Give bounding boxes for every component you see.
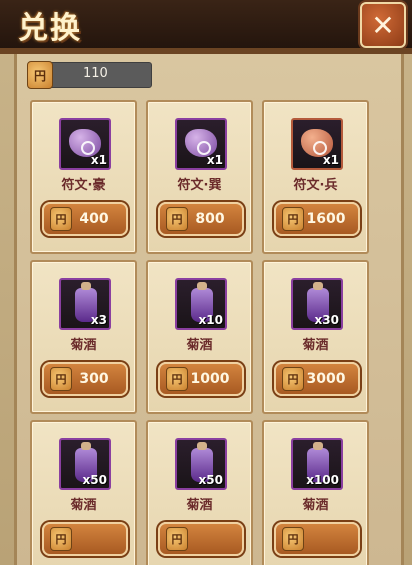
item-name: 符文·兵 (293, 178, 338, 193)
item-quantity: x50 (198, 473, 223, 487)
coin-icon: 円 (27, 61, 53, 89)
coin-icon: 円 (166, 207, 188, 231)
coin-icon: 円 (282, 527, 304, 551)
buy-button[interactable]: 円 1000 (158, 362, 244, 396)
item-name: 菊酒 (186, 498, 213, 513)
exchange-window: 兑换 ✕ 円 110 x1 符文·豪円 400 x1 符文·巽円 800 x1 符文·兵円 16… (0, 0, 412, 565)
item-name: 符文·巽 (177, 178, 222, 193)
price-value: 1600 (306, 211, 346, 227)
buy-button[interactable]: 円 400 (42, 202, 128, 236)
item-name: 菊酒 (186, 338, 213, 353)
buy-button[interactable]: 円 (274, 522, 360, 556)
shop-item-card[interactable]: x3 菊酒円 300 (30, 260, 137, 414)
close-button[interactable]: ✕ (360, 2, 406, 48)
coin-icon: 円 (50, 527, 72, 551)
shop-item-card[interactable]: x100 菊酒円 (262, 420, 369, 565)
coin-icon: 円 (166, 367, 188, 391)
shop-item-card[interactable]: x1 符文·巽円 800 (146, 100, 253, 254)
currency-display: 円 110 (27, 61, 152, 89)
coin-icon: 円 (166, 527, 188, 551)
shop-item-card[interactable]: x1 符文·兵円 1600 (262, 100, 369, 254)
wine-bottle-icon: x30 (291, 278, 343, 330)
window-title: 兑换 (18, 11, 82, 46)
coin-icon: 円 (282, 207, 304, 231)
shop-item-card[interactable]: x1 符文·豪円 400 (30, 100, 137, 254)
shop-item-card[interactable]: x30 菊酒円 3000 (262, 260, 369, 414)
shop-item-card[interactable]: x50 菊酒円 (30, 420, 137, 565)
item-quantity: x100 (306, 473, 339, 487)
price-value: 400 (79, 211, 109, 227)
item-name: 菊酒 (302, 498, 329, 513)
item-quantity: x10 (198, 313, 223, 327)
wine-bottle-icon: x3 (59, 278, 111, 330)
price-value: 1000 (190, 371, 230, 387)
coin-icon: 円 (50, 367, 72, 391)
rune-icon: x1 (291, 118, 343, 170)
price-value: 300 (79, 371, 109, 387)
coin-icon: 円 (282, 367, 304, 391)
buy-button[interactable]: 円 (42, 522, 128, 556)
item-quantity: x30 (314, 313, 339, 327)
coin-icon: 円 (50, 207, 72, 231)
item-quantity: x3 (90, 313, 107, 327)
wine-bottle-icon: x50 (59, 438, 111, 490)
buy-button[interactable]: 円 1600 (274, 202, 360, 236)
wine-bottle-icon: x50 (175, 438, 227, 490)
rune-icon: x1 (175, 118, 227, 170)
price-value: 3000 (306, 371, 346, 387)
item-quantity: x1 (206, 153, 223, 167)
rune-icon: x1 (59, 118, 111, 170)
buy-button[interactable]: 円 800 (158, 202, 244, 236)
price-value: 800 (195, 211, 225, 227)
currency-amount: 110 (83, 66, 108, 81)
title-bar: 兑换 ✕ (0, 0, 412, 51)
buy-button[interactable]: 円 300 (42, 362, 128, 396)
item-quantity: x1 (90, 153, 107, 167)
item-quantity: x50 (82, 473, 107, 487)
buy-button[interactable]: 円 3000 (274, 362, 360, 396)
item-name: 符文·豪 (61, 178, 106, 193)
wine-bottle-icon: x10 (175, 278, 227, 330)
item-name: 菊酒 (70, 338, 97, 353)
close-icon: ✕ (371, 8, 395, 42)
buy-button[interactable]: 円 (158, 522, 244, 556)
shop-item-card[interactable]: x50 菊酒円 (146, 420, 253, 565)
wine-bottle-icon: x100 (291, 438, 343, 490)
item-name: 菊酒 (70, 498, 97, 513)
item-quantity: x1 (322, 153, 339, 167)
shop-item-card[interactable]: x10 菊酒円 1000 (146, 260, 253, 414)
item-name: 菊酒 (302, 338, 329, 353)
